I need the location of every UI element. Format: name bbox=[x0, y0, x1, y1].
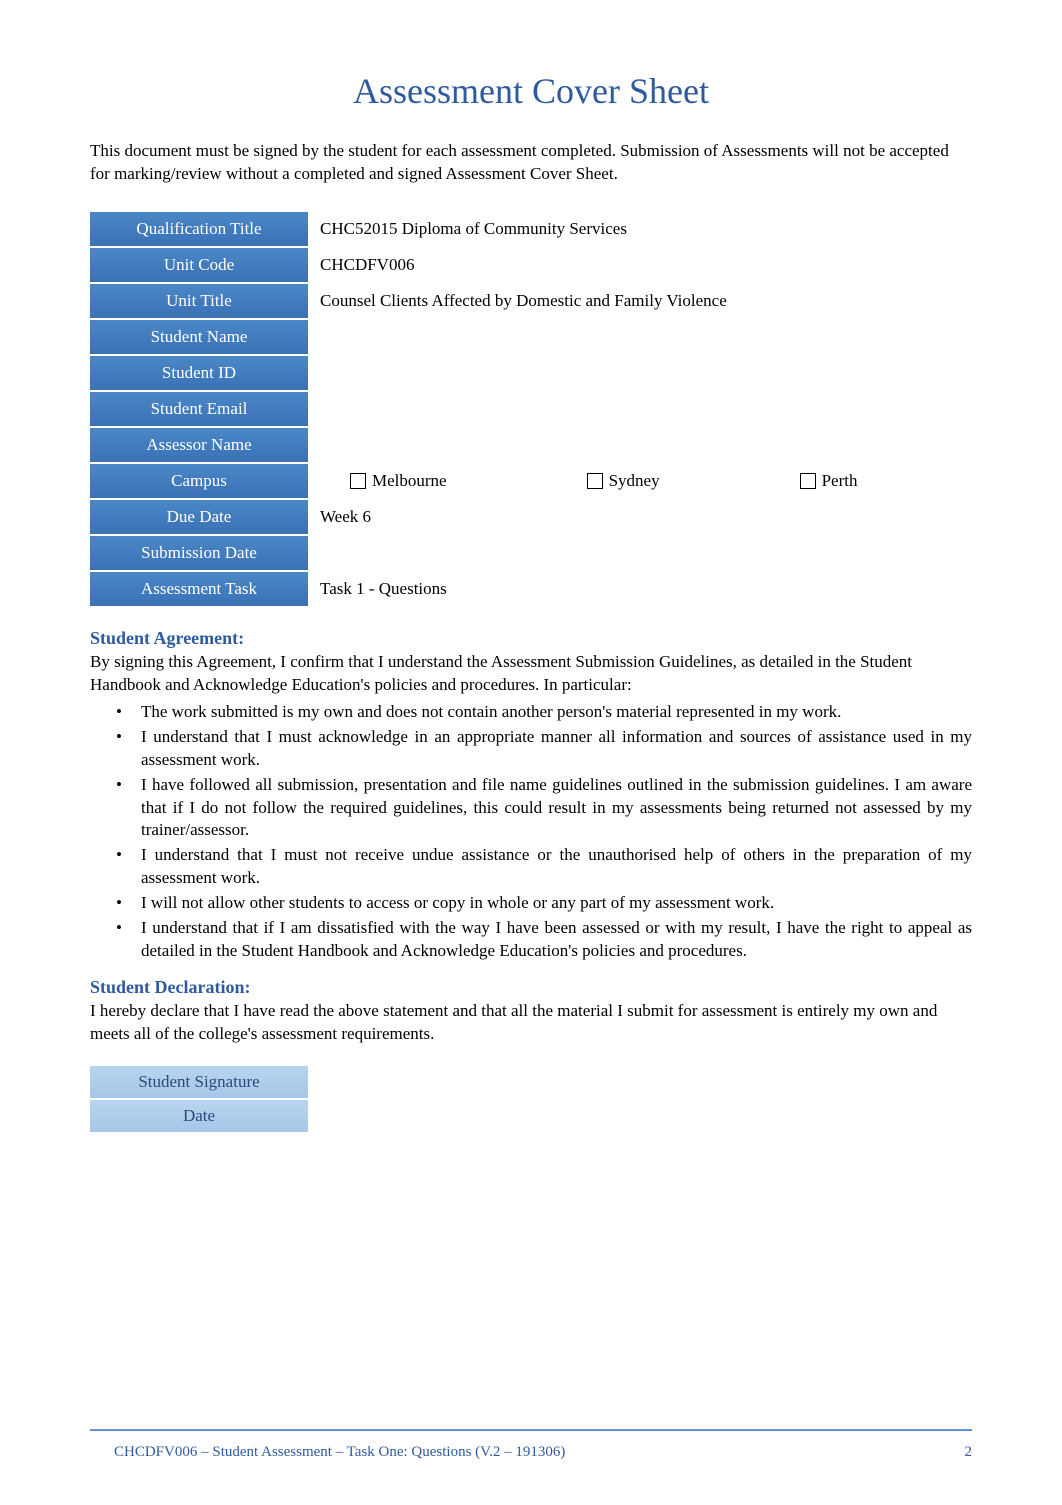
intro-text: This document must be signed by the stud… bbox=[90, 140, 972, 186]
value-signature-date[interactable] bbox=[308, 1100, 972, 1132]
agreement-item: The work submitted is my own and does no… bbox=[116, 701, 972, 724]
signature-table: Student Signature Date bbox=[90, 1064, 972, 1134]
value-assessment-task: Task 1 - Questions bbox=[308, 572, 972, 606]
campus-label: Sydney bbox=[609, 471, 660, 491]
value-due-date: Week 6 bbox=[308, 500, 972, 534]
declaration-text: I hereby declare that I have read the ab… bbox=[90, 1000, 972, 1046]
row-student-name: Student Name bbox=[90, 320, 972, 354]
label-student-signature: Student Signature bbox=[90, 1066, 308, 1098]
row-student-signature: Student Signature bbox=[90, 1066, 972, 1098]
page-number: 2 bbox=[965, 1444, 973, 1461]
label-unit-title: Unit Title bbox=[90, 284, 308, 318]
label-signature-date: Date bbox=[90, 1100, 308, 1132]
value-campus: Melbourne Sydney Perth bbox=[308, 464, 972, 498]
value-student-email[interactable] bbox=[308, 392, 972, 426]
label-campus: Campus bbox=[90, 464, 308, 498]
campus-option-sydney[interactable]: Sydney bbox=[587, 471, 660, 491]
value-submission-date[interactable] bbox=[308, 536, 972, 570]
row-campus: Campus Melbourne Sydney Perth bbox=[90, 464, 972, 498]
row-qualification-title: Qualification Title CHC52015 Diploma of … bbox=[90, 212, 972, 246]
campus-label: Melbourne bbox=[372, 471, 447, 491]
row-signature-date: Date bbox=[90, 1100, 972, 1132]
label-student-id: Student ID bbox=[90, 356, 308, 390]
row-due-date: Due Date Week 6 bbox=[90, 500, 972, 534]
label-assessment-task: Assessment Task bbox=[90, 572, 308, 606]
value-unit-title: Counsel Clients Affected by Domestic and… bbox=[308, 284, 972, 318]
row-unit-title: Unit Title Counsel Clients Affected by D… bbox=[90, 284, 972, 318]
page-footer: CHCDFV006 – Student Assessment – Task On… bbox=[90, 1444, 972, 1461]
value-qualification-title: CHC52015 Diploma of Community Services bbox=[308, 212, 972, 246]
agreement-item: I will not allow other students to acces… bbox=[116, 892, 972, 915]
row-student-id: Student ID bbox=[90, 356, 972, 390]
agreement-item: I understand that if I am dissatisfied w… bbox=[116, 917, 972, 963]
value-unit-code: CHCDFV006 bbox=[308, 248, 972, 282]
agreement-item: I understand that I must not receive und… bbox=[116, 844, 972, 890]
agreement-list: The work submitted is my own and does no… bbox=[90, 701, 972, 963]
label-student-name: Student Name bbox=[90, 320, 308, 354]
value-assessor-name[interactable] bbox=[308, 428, 972, 462]
label-qualification-title: Qualification Title bbox=[90, 212, 308, 246]
label-assessor-name: Assessor Name bbox=[90, 428, 308, 462]
footer-text: CHCDFV006 – Student Assessment – Task On… bbox=[90, 1444, 565, 1461]
value-student-name[interactable] bbox=[308, 320, 972, 354]
agreement-item: I have followed all submission, presenta… bbox=[116, 774, 972, 843]
checkbox-icon bbox=[587, 473, 603, 489]
footer-divider bbox=[90, 1429, 972, 1431]
page-title: Assessment Cover Sheet bbox=[90, 70, 972, 112]
checkbox-icon bbox=[800, 473, 816, 489]
agreement-intro: By signing this Agreement, I confirm tha… bbox=[90, 651, 972, 697]
label-submission-date: Submission Date bbox=[90, 536, 308, 570]
row-submission-date: Submission Date bbox=[90, 536, 972, 570]
agreement-item: I understand that I must acknowledge in … bbox=[116, 726, 972, 772]
campus-option-melbourne[interactable]: Melbourne bbox=[350, 471, 447, 491]
student-agreement-heading: Student Agreement: bbox=[90, 628, 972, 649]
checkbox-icon bbox=[350, 473, 366, 489]
value-student-signature[interactable] bbox=[308, 1066, 972, 1098]
campus-label: Perth bbox=[822, 471, 858, 491]
value-student-id[interactable] bbox=[308, 356, 972, 390]
cover-info-table: Qualification Title CHC52015 Diploma of … bbox=[90, 210, 972, 608]
campus-option-perth[interactable]: Perth bbox=[800, 471, 858, 491]
row-assessment-task: Assessment Task Task 1 - Questions bbox=[90, 572, 972, 606]
row-unit-code: Unit Code CHCDFV006 bbox=[90, 248, 972, 282]
row-student-email: Student Email bbox=[90, 392, 972, 426]
label-student-email: Student Email bbox=[90, 392, 308, 426]
label-due-date: Due Date bbox=[90, 500, 308, 534]
student-declaration-heading: Student Declaration: bbox=[90, 977, 972, 998]
label-unit-code: Unit Code bbox=[90, 248, 308, 282]
row-assessor-name: Assessor Name bbox=[90, 428, 972, 462]
